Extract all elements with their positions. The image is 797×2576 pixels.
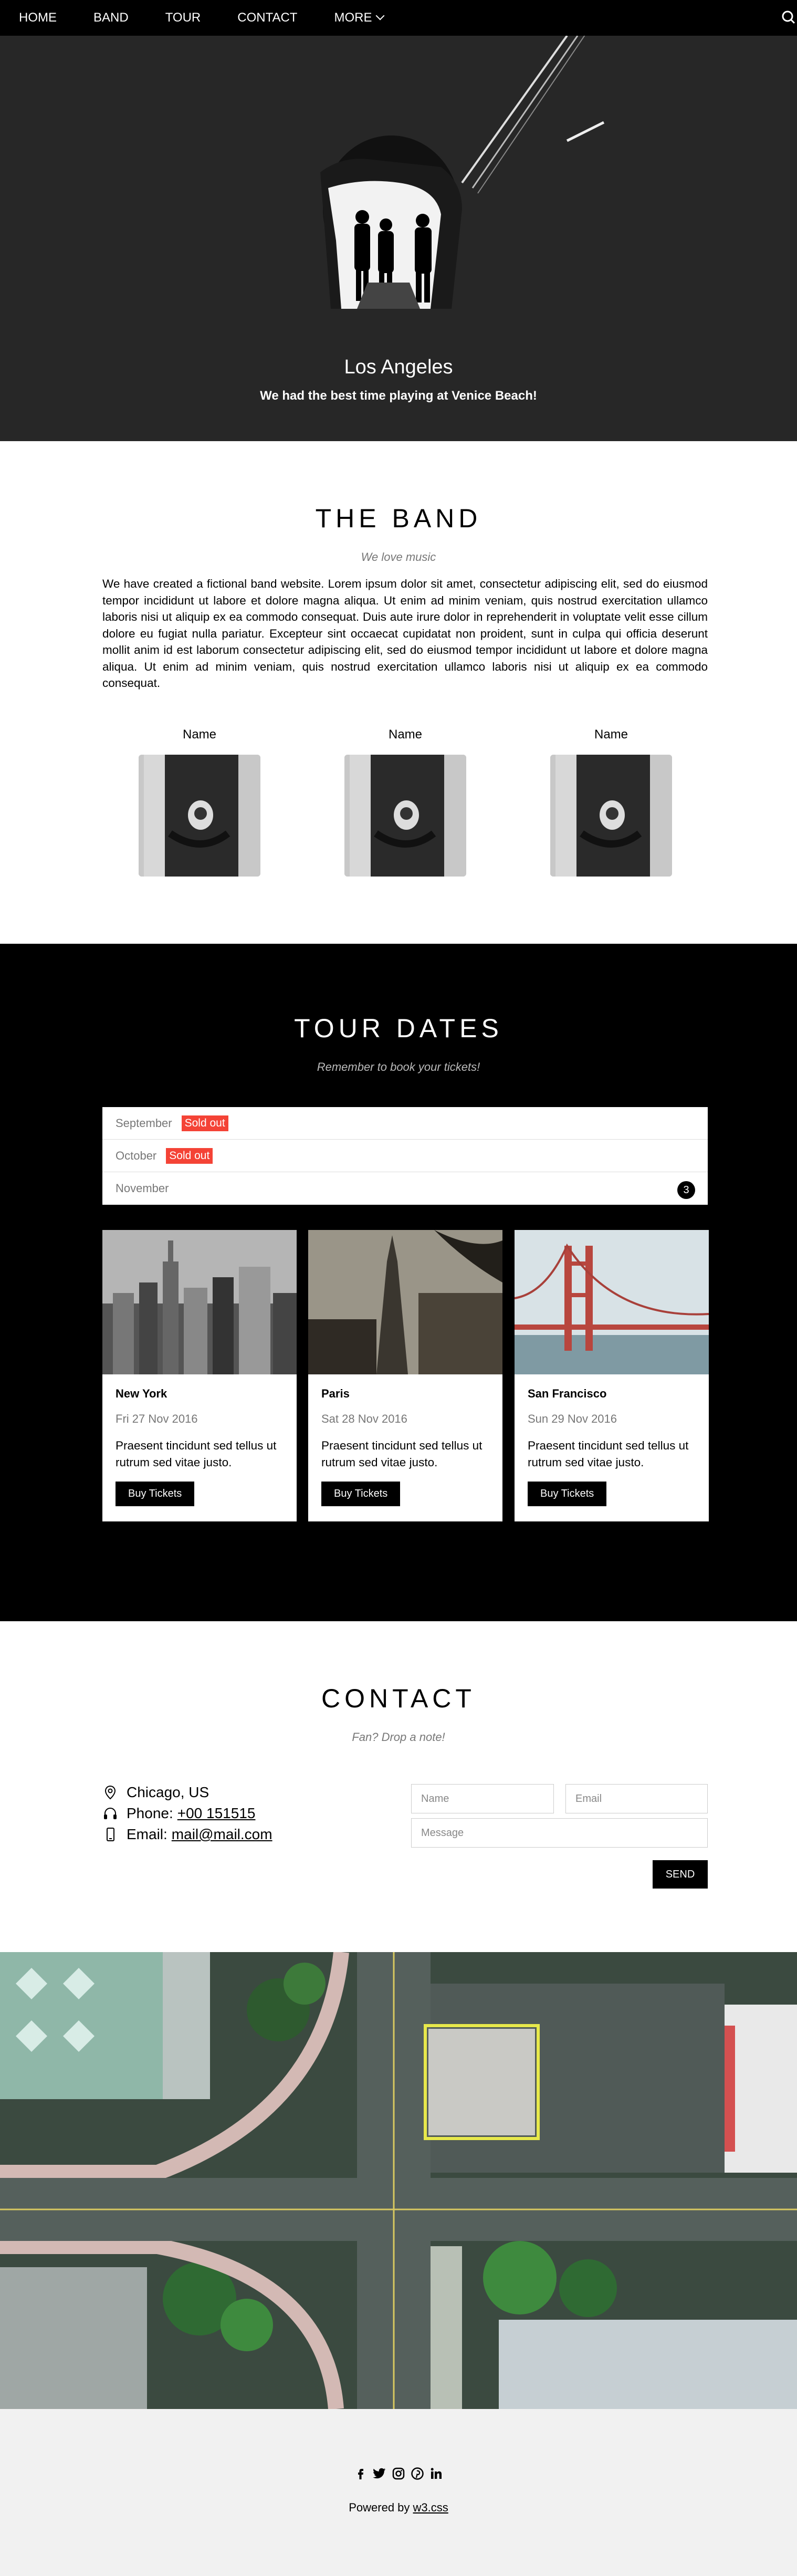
nav-tour[interactable]: TOUR <box>147 0 219 36</box>
card-text: Praesent tincidunt sed tellus ut rutrum … <box>528 1439 689 1469</box>
card-city: Paris <box>321 1387 350 1400</box>
message-field[interactable]: Message <box>411 1818 708 1848</box>
contact-info: Chicago, US Phone: +00 151515 Email: mai… <box>102 1782 272 1845</box>
email-field[interactable]: Email <box>565 1784 708 1813</box>
nav-home[interactable]: HOME <box>0 0 75 36</box>
chevron-down-icon <box>375 11 385 20</box>
nav-more-dropdown[interactable]: MORE <box>316 0 402 36</box>
band-subtitle: We love music <box>361 550 436 564</box>
top-nav: HOME BAND TOUR CONTACT MORE <box>0 0 797 36</box>
member-photo[interactable] <box>344 755 466 877</box>
nav-more-label: MORE <box>334 11 372 25</box>
card-date: Sun 29 Nov 2016 <box>528 1412 617 1425</box>
headphones-icon <box>104 1808 117 1819</box>
facebook-icon[interactable] <box>354 2467 368 2480</box>
band-member: Name <box>342 727 468 877</box>
card-city: New York <box>116 1387 167 1400</box>
member-photo[interactable] <box>139 755 260 877</box>
card-text: Praesent tincidunt sed tellus ut rutrum … <box>321 1439 483 1469</box>
month-label: November <box>116 1182 169 1195</box>
contact-phone: Phone: +00 151515 <box>102 1803 272 1824</box>
phone-link[interactable]: +00 151515 <box>177 1805 256 1822</box>
hero-title: Los Angeles <box>344 356 453 378</box>
email-link[interactable]: mail@mail.com <box>172 1826 272 1843</box>
tour-section: TOUR DATES Remember to book your tickets… <box>0 944 797 1621</box>
buy-tickets-button[interactable]: Buy Tickets <box>528 1482 607 1506</box>
hero-slide: Los Angeles We had the best time playing… <box>0 36 797 441</box>
tour-month-list: September Sold out October Sold out Nove… <box>102 1107 708 1205</box>
band-member: Name <box>137 727 263 877</box>
send-button[interactable]: SEND <box>653 1860 708 1889</box>
month-label: October <box>116 1149 157 1162</box>
paris-photo[interactable] <box>308 1230 502 1374</box>
card-text: Praesent tincidunt sed tellus ut rutrum … <box>116 1439 277 1469</box>
nav-band[interactable]: BAND <box>75 0 147 36</box>
footer: Powered by w3.css <box>0 2409 797 2576</box>
hero-photo <box>0 36 797 441</box>
member-photo[interactable] <box>550 755 672 877</box>
name-field[interactable]: Name <box>411 1784 554 1813</box>
new-york-photo[interactable] <box>102 1230 297 1374</box>
sold-out-badge: Sold out <box>181 1115 228 1131</box>
tour-card-new-york: New York Fri 27 Nov 2016 Praesent tincid… <box>102 1230 297 1521</box>
contact-location: Chicago, US <box>102 1782 272 1803</box>
email-label: Email: <box>127 1826 167 1842</box>
contact-heading: CONTACT <box>321 1684 476 1713</box>
tour-subtitle: Remember to book your tickets! <box>317 1060 480 1073</box>
map-marker-icon <box>104 1785 116 1800</box>
powered-by: Powered by w3.css <box>0 2501 797 2515</box>
search-icon[interactable] <box>776 7 797 28</box>
tour-card-san-francisco: San Francisco Sun 29 Nov 2016 Praesent t… <box>515 1230 709 1521</box>
member-name: Name <box>182 727 217 742</box>
band-heading: THE BAND <box>315 504 482 533</box>
tour-card-paris: Paris Sat 28 Nov 2016 Praesent tincidunt… <box>308 1230 502 1521</box>
month-row-october[interactable]: October Sold out <box>102 1140 708 1172</box>
buy-tickets-button[interactable]: Buy Tickets <box>321 1482 401 1506</box>
hero-subtitle: We had the best time playing at Venice B… <box>260 389 537 403</box>
pinterest-icon[interactable] <box>411 2467 424 2480</box>
card-date: Sat 28 Nov 2016 <box>321 1412 407 1425</box>
aerial-city-image <box>0 1952 797 2409</box>
card-date: Fri 27 Nov 2016 <box>116 1412 198 1425</box>
band-member: Name <box>548 727 674 877</box>
social-links <box>0 2467 797 2480</box>
contact-email: Email: mail@mail.com <box>102 1824 272 1845</box>
nav-contact[interactable]: CONTACT <box>219 0 316 36</box>
contact-subtitle: Fan? Drop a note! <box>352 1730 445 1744</box>
month-label: September <box>116 1116 172 1130</box>
mobile-icon <box>107 1828 114 1841</box>
w3css-link[interactable]: w3.css <box>413 2501 448 2514</box>
band-description: We have created a fictional band website… <box>102 577 708 690</box>
instagram-icon[interactable] <box>392 2467 405 2480</box>
card-city: San Francisco <box>528 1387 607 1400</box>
location-text: Chicago, US <box>127 1784 209 1800</box>
member-name: Name <box>388 727 423 742</box>
san-francisco-photo[interactable] <box>515 1230 709 1374</box>
powered-prefix: Powered by <box>349 2501 410 2514</box>
twitter-icon[interactable] <box>373 2467 386 2480</box>
member-name: Name <box>594 727 628 742</box>
linkedin-icon[interactable] <box>429 2467 443 2480</box>
phone-label: Phone: <box>127 1805 173 1821</box>
buy-tickets-button[interactable]: Buy Tickets <box>116 1482 195 1506</box>
tour-heading: TOUR DATES <box>294 1014 503 1043</box>
sold-out-badge: Sold out <box>166 1148 213 1164</box>
count-badge: 3 <box>677 1181 695 1199</box>
month-row-november[interactable]: November 3 <box>102 1172 708 1205</box>
month-row-september[interactable]: September Sold out <box>102 1107 708 1140</box>
